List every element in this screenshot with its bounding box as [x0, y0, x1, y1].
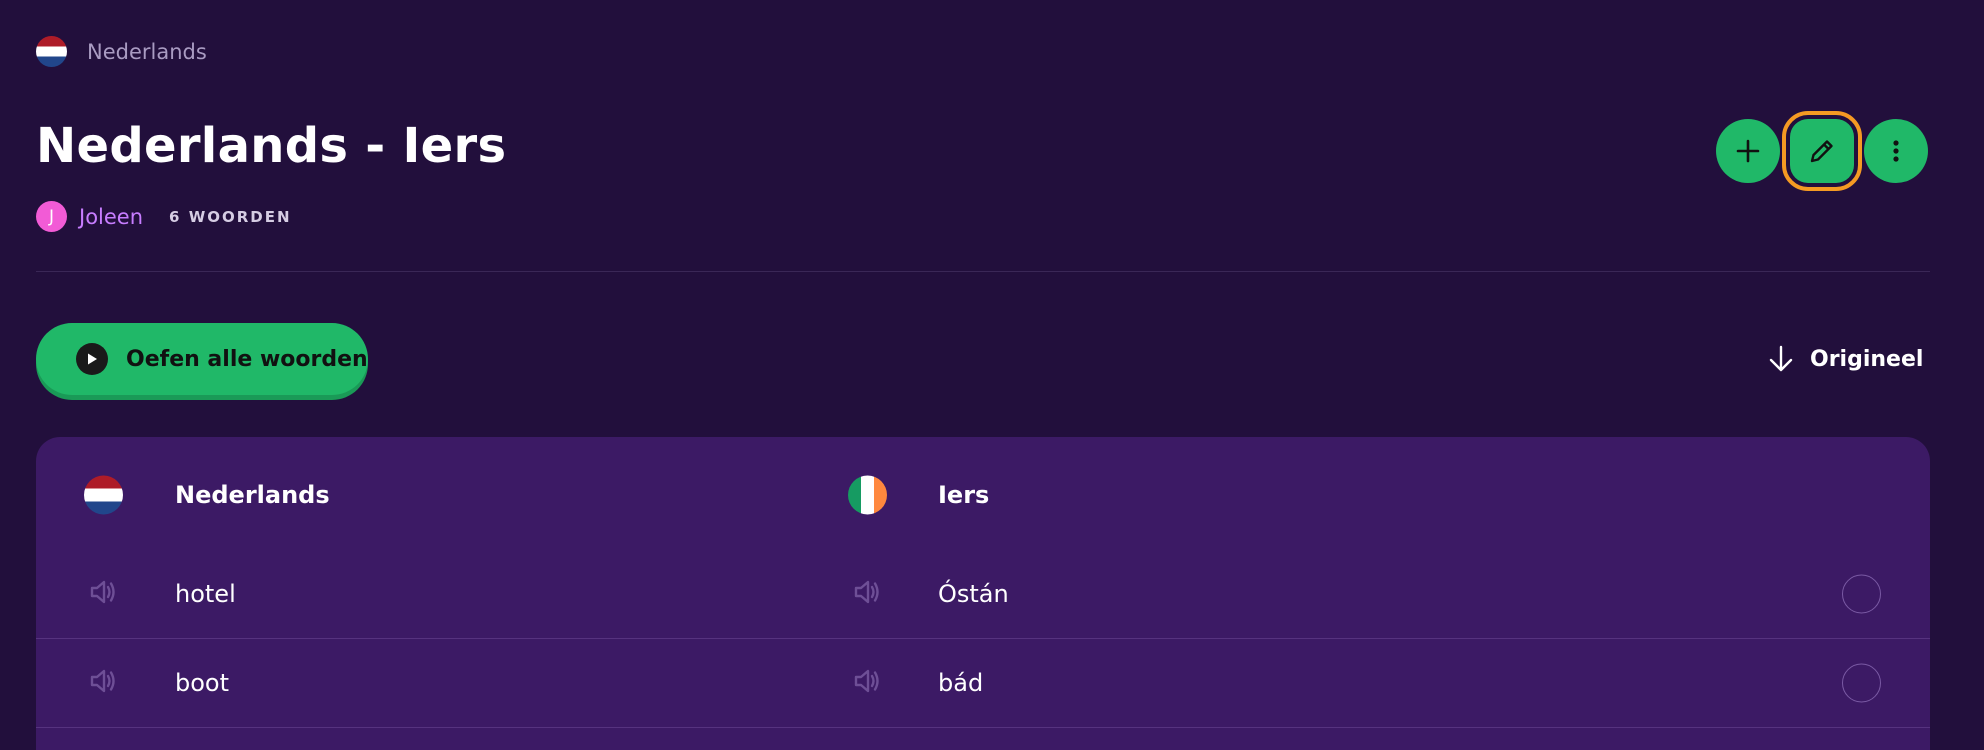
source-language-label: Nederlands	[175, 481, 330, 509]
word-list-card: Nederlands Iers hotel Óstán boot bád	[36, 437, 1930, 750]
nl-flag-icon	[84, 475, 123, 515]
arrow-down-icon	[1769, 345, 1793, 372]
nl-flag-icon	[36, 36, 67, 67]
sort-button[interactable]: Origineel	[1766, 344, 1923, 374]
speaker-icon[interactable]	[84, 663, 120, 703]
speaker-icon[interactable]	[84, 574, 120, 614]
avatar[interactable]: J	[36, 201, 67, 232]
add-word-button[interactable]	[1716, 119, 1780, 183]
edit-button[interactable]	[1782, 111, 1862, 191]
target-word: Óstán	[938, 580, 1009, 608]
speaker-icon[interactable]	[848, 663, 884, 703]
author-link[interactable]: Joleen	[79, 205, 143, 229]
pencil-icon	[1810, 140, 1833, 163]
list-meta: J Joleen 6 WOORDEN	[36, 201, 292, 232]
breadcrumb-label[interactable]: Nederlands	[87, 40, 207, 64]
divider	[36, 271, 1930, 272]
word-list-header: Nederlands Iers	[36, 463, 1930, 527]
target-word: bád	[938, 669, 984, 697]
plus-icon	[1736, 139, 1760, 163]
word-row: boot bád	[36, 639, 1930, 728]
ie-flag-icon	[848, 475, 887, 515]
source-word: boot	[175, 669, 230, 697]
speaker-icon[interactable]	[848, 574, 884, 614]
header-actions	[1716, 111, 1928, 191]
breadcrumb[interactable]: Nederlands	[36, 36, 207, 67]
sort-label: Origineel	[1810, 346, 1924, 372]
practice-all-label: Oefen alle woorden	[126, 346, 368, 372]
word-count: 6 WOORDEN	[169, 207, 292, 226]
select-checkbox[interactable]	[1842, 574, 1881, 614]
target-language-label: Iers	[938, 481, 990, 509]
more-vertical-icon	[1893, 140, 1899, 162]
more-options-button[interactable]	[1864, 119, 1928, 183]
select-checkbox[interactable]	[1842, 663, 1881, 703]
source-word: hotel	[175, 580, 236, 608]
practice-all-button[interactable]: Oefen alle woorden	[36, 323, 368, 395]
page-title: Nederlands - Iers	[36, 118, 507, 174]
play-icon	[76, 343, 108, 375]
word-row: hotel Óstán	[36, 550, 1930, 639]
page: Nederlands Nederlands - Iers J Joleen 6 …	[0, 0, 1984, 750]
